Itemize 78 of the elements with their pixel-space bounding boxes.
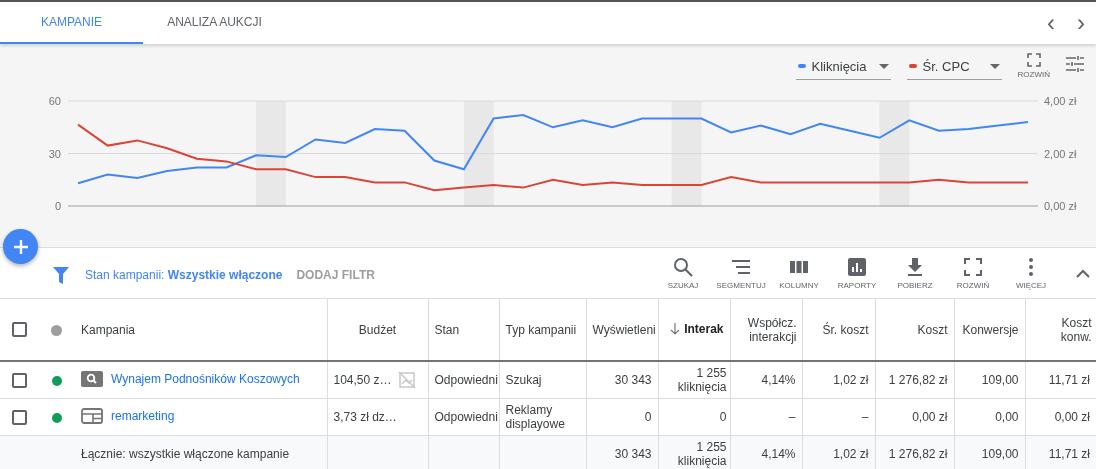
- table-cell: 109,00: [981, 373, 1019, 387]
- toolbar-button[interactable]: KOLUMNY: [771, 256, 827, 290]
- metric-dropdown[interactable]: Kliknięcia: [795, 52, 891, 80]
- column-header[interactable]: Stan: [434, 322, 460, 337]
- budget-value: 104,50 z…: [333, 373, 392, 387]
- checkbox[interactable]: [11, 322, 27, 338]
- caret-icon: [878, 63, 889, 69]
- toolbar-button[interactable]: SZUKAJ: [655, 256, 711, 290]
- search-campaign-icon: [81, 370, 103, 387]
- toolbar-button[interactable]: RAPORTY: [829, 256, 885, 290]
- checkbox[interactable]: [11, 409, 27, 425]
- plus-icon: [12, 238, 29, 255]
- search-icon: [672, 256, 694, 278]
- axis-label: 0,00 zł: [1044, 200, 1077, 212]
- table-cell-text: Reklamy displayowe: [505, 403, 566, 431]
- more-icon: [1029, 258, 1033, 276]
- column-header[interactable]: Wyświetleni: [592, 322, 656, 337]
- table-cell: –: [861, 410, 869, 424]
- column-header[interactable]: Typ kampanii: [505, 322, 577, 337]
- tab[interactable]: ANALIZA AUKCJI: [143, 2, 286, 44]
- table-cell: 1 276,82 zł: [888, 446, 948, 461]
- axis-label: 0: [54, 200, 61, 212]
- column-header[interactable]: Interak: [684, 321, 724, 336]
- table-cell: 4,14%: [761, 446, 796, 461]
- axis-label: 60: [48, 95, 61, 107]
- table-cell: 109,00: [981, 446, 1019, 461]
- table-cell-text: Szukaj: [505, 373, 543, 387]
- bar-chart-icon: [846, 256, 868, 278]
- table-cell: 0,00 zł: [912, 410, 948, 424]
- toolbar-button[interactable]: WIĘCEJ: [1003, 256, 1059, 290]
- campaign-link[interactable]: Wynajem Podnośników Koszowych: [111, 371, 300, 386]
- caret-icon: [989, 63, 1000, 69]
- table-cell: 11,71 zł: [1048, 446, 1090, 461]
- axis-label: 2,00 zł: [1044, 147, 1077, 160]
- table-cell: Odpowiedni: [434, 410, 498, 424]
- table-cell: 4,14%: [761, 373, 796, 387]
- next-button[interactable]: ›: [1066, 2, 1096, 44]
- checkbox[interactable]: [11, 372, 27, 388]
- table-cell-text: 0: [718, 410, 727, 424]
- column-header[interactable]: Koszt konw.: [1031, 315, 1092, 344]
- toolbar-button[interactable]: ROZWIŃ: [945, 256, 1001, 290]
- table-cell: 0,00: [995, 410, 1019, 424]
- table-cell: 1,02 zł: [833, 446, 869, 461]
- table-cell: Odpowiedni: [434, 373, 498, 387]
- column-header[interactable]: Kampania: [81, 322, 136, 337]
- metric-dropdown[interactable]: Śr. CPC: [906, 52, 1002, 80]
- expand-icon: [1026, 53, 1041, 67]
- collapse-icon[interactable]: [1076, 268, 1090, 278]
- table-cell: 1 276,82 zł: [888, 373, 948, 387]
- expand-button[interactable]: ROZWIŃ: [1017, 53, 1050, 79]
- toolbar-button[interactable]: SEGMENTUJ: [713, 256, 769, 290]
- toolbar-button[interactable]: POBIERZ: [887, 256, 943, 290]
- axis-label: 30: [48, 147, 61, 160]
- filter-chip[interactable]: Stan kampanii: Wszystkie włączone: [85, 268, 283, 282]
- column-header[interactable]: Współcz. interakcji: [736, 315, 797, 344]
- table-cell: 0: [644, 410, 652, 424]
- table-cell: 30 343: [614, 446, 652, 461]
- adjust-icon[interactable]: [1066, 56, 1084, 72]
- table-cell: 11,71 zł: [1048, 373, 1090, 387]
- table-cell: 0,00 zł: [1054, 410, 1090, 424]
- filter-icon[interactable]: [53, 266, 69, 284]
- budget-value: 3,73 zł dz…: [333, 410, 397, 424]
- total-label: Łącznie: wszystkie włączone kampanie: [81, 446, 290, 461]
- table-cell-text: 1 255 kliknięcia: [676, 439, 727, 468]
- column-header[interactable]: Konwersje: [962, 322, 1019, 337]
- axis-label: 4,00 zł: [1044, 95, 1077, 107]
- column-header[interactable]: Koszt: [917, 322, 948, 337]
- campaign-link[interactable]: remarketing: [111, 408, 175, 423]
- status-icon: [51, 324, 62, 336]
- previous-button[interactable]: ‹: [1036, 2, 1066, 44]
- table-cell: 30 343: [614, 373, 652, 387]
- column-header[interactable]: Śr. koszt: [822, 322, 869, 337]
- expand-icon: [962, 256, 984, 278]
- table-cell: –: [788, 410, 796, 424]
- table-cell-text: 1 255 kliknięcia: [676, 366, 727, 394]
- table-cell: 1,02 zł: [833, 373, 869, 387]
- display-campaign-icon: [81, 407, 103, 424]
- column-header[interactable]: Budżet: [358, 322, 397, 337]
